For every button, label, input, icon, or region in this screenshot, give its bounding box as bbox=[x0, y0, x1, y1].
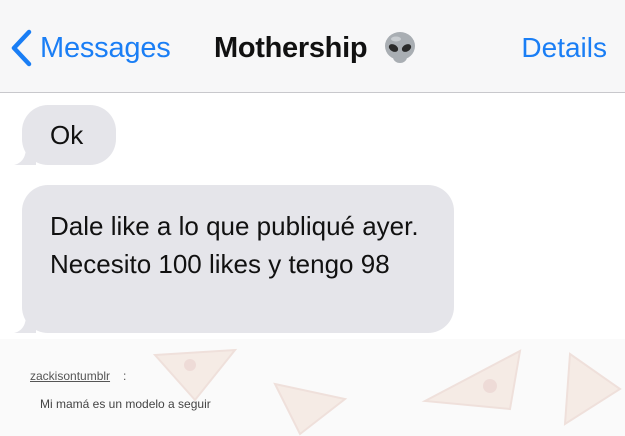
bubble-tail bbox=[14, 311, 36, 333]
contact-name: Mothership bbox=[214, 31, 368, 64]
message-bubble: Dale like a lo que publiqué ayer. Necesi… bbox=[14, 185, 454, 333]
username-separator: : bbox=[123, 369, 127, 383]
details-button[interactable]: Details bbox=[521, 28, 607, 68]
reblog-caption: zackisontumblr : Mi mamá es un modelo a … bbox=[20, 361, 610, 429]
conversation-title: Mothership bbox=[214, 28, 417, 68]
caption-quote: Mi mamá es un modelo a seguir bbox=[40, 397, 211, 411]
bubble-tail bbox=[14, 143, 36, 165]
navigation-bar: Messages Mothership Details bbox=[0, 0, 625, 93]
back-button[interactable]: Messages bbox=[10, 24, 171, 72]
chevron-left-icon bbox=[11, 29, 32, 67]
message-text: Ok bbox=[50, 120, 84, 150]
message-bubble: Ok bbox=[14, 105, 116, 165]
back-button-label: Messages bbox=[40, 31, 171, 64]
message-thread: Ok Dale like a lo que publiqué ayer. Nec… bbox=[0, 93, 625, 339]
message-text: Dale like a lo que publiqué ayer. Necesi… bbox=[50, 211, 419, 279]
tumblr-username-link[interactable]: zackisontumblr bbox=[30, 369, 110, 383]
tumblr-caption-area: zackisontumblr : Mi mamá es un modelo a … bbox=[0, 339, 625, 436]
alien-icon bbox=[385, 32, 416, 63]
